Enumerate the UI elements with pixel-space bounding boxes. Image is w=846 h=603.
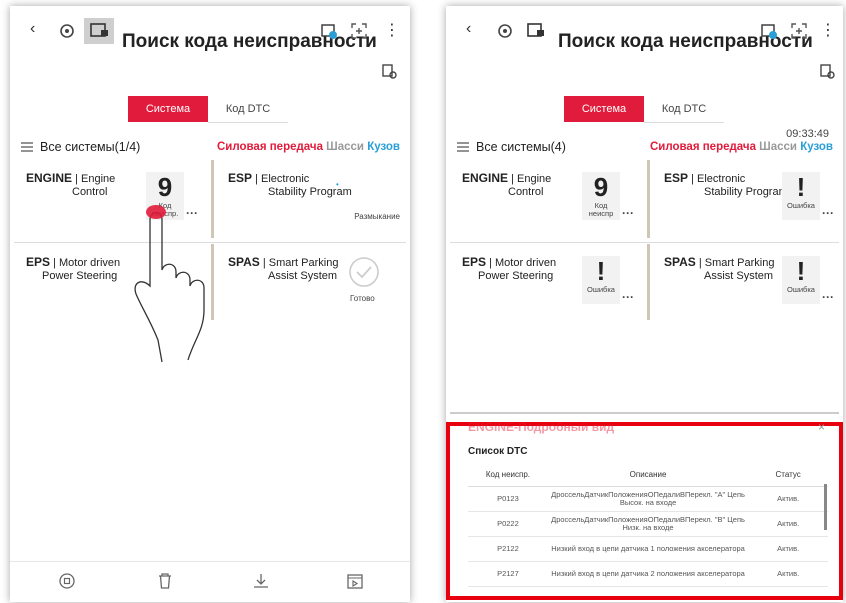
dtc-table: Код неиспр. Описание Статус P0123 Дроссе… (468, 462, 828, 587)
vci-icon[interactable] (58, 22, 76, 40)
card-status: Размыкание (354, 212, 400, 221)
scrollbar[interactable] (824, 484, 827, 530)
system-card-engine[interactable]: ENGINE | Engine Control 9 Код неиспр ··· (450, 160, 646, 240)
all-systems-label[interactable]: Все системы(4) (476, 140, 566, 154)
system-card-esp[interactable]: ESP | Electronic Stability Program • Разм… (216, 160, 406, 240)
table-row[interactable]: P2127 Низкий вход в цепи датчика 2 полож… (468, 561, 828, 587)
dtc-count: 9 (593, 172, 609, 202)
category-filters: Силовая передача Шасси Кузов (650, 141, 833, 153)
more-options-icon[interactable]: ··· (622, 206, 634, 220)
filter-powertrain[interactable]: Силовая передача (650, 141, 756, 153)
tab-dtc[interactable]: Код DTC (208, 96, 288, 123)
all-systems-label[interactable]: Все системы(1/4) (40, 140, 140, 154)
card-status: Ошибка (787, 201, 815, 210)
filter-body[interactable]: Кузов (367, 141, 400, 153)
card-status: Код неиспр (588, 201, 614, 218)
table-row[interactable]: P0123 ДроссельДатчикПоложенияОПедалиВПер… (468, 486, 828, 512)
file-icon[interactable] (346, 572, 364, 590)
scan-icon[interactable] (526, 22, 544, 40)
more-menu-icon[interactable]: ⋮ (384, 20, 400, 40)
system-card-eps[interactable]: EPS | Motor driven Power Steering ! Ошибк… (450, 244, 646, 324)
page-title: Поиск кода неисправности (122, 31, 377, 52)
card-name: EPS | Motor driven Power Steering (26, 255, 121, 283)
error-mark: ! (796, 256, 806, 286)
card-status: Ошибка (787, 285, 815, 294)
more-menu-icon[interactable]: ⋮ (820, 20, 836, 40)
card-name: ESP | Electronic Stability Program (664, 171, 788, 199)
expand-icon[interactable] (350, 22, 368, 40)
filter-chassis[interactable]: Шасси (759, 141, 797, 153)
card-divider (647, 160, 650, 238)
dtc-count-box[interactable]: ! Ошибка (782, 256, 820, 304)
tap-hand-icon (134, 205, 205, 363)
vci-icon[interactable] (496, 22, 514, 40)
tab-system[interactable]: Система (564, 96, 644, 122)
dtc-list-title: Список DTC (468, 446, 528, 457)
card-name: ENGINE | Engine Control (26, 171, 116, 199)
home-icon[interactable] (58, 572, 76, 590)
ready-check-icon (348, 256, 380, 293)
download-icon[interactable] (252, 572, 270, 590)
table-row[interactable]: P2122 Низкий вход в цепи датчика 1 полож… (468, 536, 828, 562)
tab-system[interactable]: Система (128, 96, 208, 122)
col-description: Описание (547, 462, 749, 487)
error-mark: ! (796, 172, 806, 202)
card-name: EPS | Motor driven Power Steering (462, 255, 557, 283)
list-icon[interactable] (456, 140, 470, 157)
system-card-spas[interactable]: SPAS | Smart Parking Assist System Готово (216, 244, 406, 324)
card-status: Готово (350, 294, 375, 303)
more-options-icon[interactable]: ··· (622, 290, 634, 304)
screenshot-icon[interactable] (760, 22, 778, 40)
detail-title: ENGINE-Подробный вид (468, 420, 615, 434)
top-bar: ‹ Поиск кода неисправности ⋮ (10, 6, 410, 56)
expand-icon[interactable] (790, 22, 808, 40)
car-search-icon[interactable] (380, 62, 398, 80)
tab-dtc[interactable]: Код DTC (644, 96, 724, 123)
dtc-count-box[interactable]: 9 Код неиспр (582, 172, 620, 220)
card-name: ENGINE | Engine Control (462, 171, 552, 199)
row-divider (450, 242, 839, 243)
more-options-icon[interactable]: ··· (822, 206, 834, 220)
panel-drag-handle[interactable] (450, 412, 839, 414)
systems-row: Все системы(1/4) Силовая передача Шасси … (20, 139, 400, 161)
error-mark: ! (596, 256, 606, 286)
filter-powertrain[interactable]: Силовая передача (217, 141, 323, 153)
view-tabs: Система Код DTC (128, 96, 288, 123)
category-filters: Силовая передача Шасси Кузов (217, 141, 400, 153)
screenshot-icon[interactable] (320, 22, 338, 40)
card-status: Ошибка (587, 285, 615, 294)
top-bar: ‹ Поиск кода неисправности ⋮ (446, 6, 843, 56)
system-card-spas[interactable]: SPAS | Smart Parking Assist System ! Ошиб… (652, 244, 842, 324)
table-header: Код неиспр. Описание Статус (468, 462, 828, 487)
dtc-detail-panel: ENGINE-Подробный вид × Список DTC Код не… (446, 420, 843, 600)
close-icon[interactable]: × (818, 420, 825, 434)
systems-row: Все системы(4) Силовая передача Шасси Ку… (456, 139, 833, 161)
view-tabs: Система Код DTC (564, 96, 724, 123)
scan-icon[interactable] (84, 18, 114, 44)
bottom-toolbar (10, 561, 410, 602)
car-search-icon[interactable] (818, 62, 836, 80)
delete-icon[interactable] (156, 572, 174, 590)
status-dot-icon: • (336, 180, 339, 189)
dtc-count-box[interactable]: ! Ошибка (582, 256, 620, 304)
system-card-esp[interactable]: ESP | Electronic Stability Program ! Ошиб… (652, 160, 842, 240)
left-screen: ‹ Поиск кода неисправности ⋮ Система Код… (10, 6, 410, 602)
col-code: Код неиспр. (468, 462, 548, 487)
col-status: Статус (748, 462, 828, 487)
dtc-count-box[interactable]: ! Ошибка (782, 172, 820, 220)
back-icon[interactable]: ‹ (30, 20, 35, 38)
card-name: ESP | Electronic Stability Program (228, 171, 352, 199)
card-name: SPAS | Smart Parking Assist System (664, 255, 775, 283)
back-icon[interactable]: ‹ (466, 20, 471, 38)
card-name: SPAS | Smart Parking Assist System (228, 255, 339, 283)
filter-body[interactable]: Кузов (800, 141, 833, 153)
filter-chassis[interactable]: Шасси (326, 141, 364, 153)
list-icon[interactable] (20, 140, 34, 157)
table-row[interactable]: P0222 ДроссельДатчикПоложенияОПедалиВПер… (468, 511, 828, 537)
card-divider (647, 244, 650, 320)
more-options-icon[interactable]: ··· (822, 290, 834, 304)
